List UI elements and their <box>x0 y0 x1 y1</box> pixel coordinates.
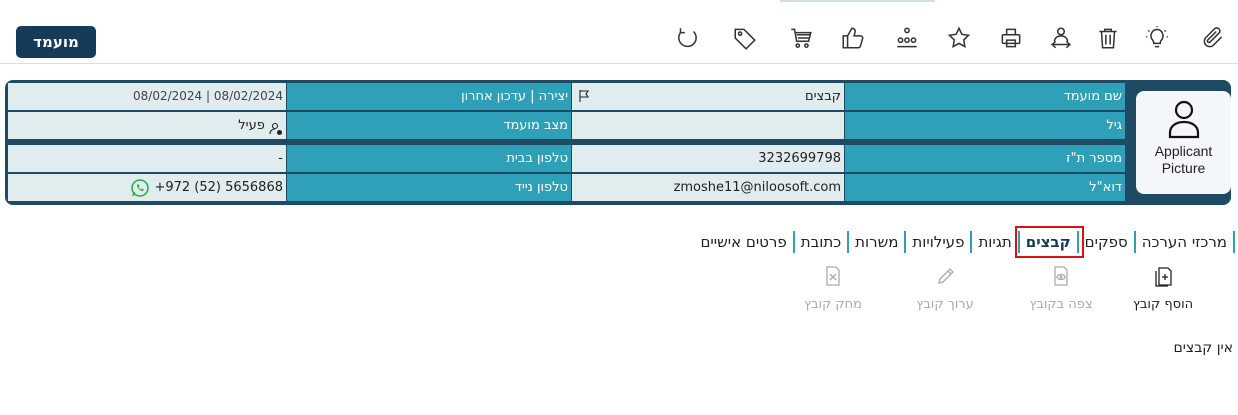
edit-file-label: ערוך קובץ <box>916 297 974 312</box>
view-file-icon <box>1054 266 1068 286</box>
tab-files[interactable]: קבצים <box>1014 226 1084 258</box>
add-file-button[interactable]: הוסף קובץ <box>1118 263 1208 312</box>
cart-icon[interactable] <box>786 23 816 53</box>
pencil-icon <box>938 268 954 284</box>
name-value: קבצים <box>572 83 844 110</box>
created-updated-value: 08/02/2024 | 08/02/2024 <box>8 83 286 110</box>
applicant-picture[interactable]: Applicant Picture <box>1136 91 1231 194</box>
tab-address[interactable]: כתובת <box>795 231 850 253</box>
hierarchy-icon[interactable] <box>892 23 922 53</box>
tag-icon[interactable] <box>730 23 760 53</box>
add-file-icon <box>1155 267 1172 287</box>
id-value: 3232699798 <box>572 145 844 172</box>
status-value: פעיל <box>238 118 265 133</box>
created-updated-label: יצירה | עדכון אחרון <box>287 83 571 110</box>
tab-assessment-centers[interactable]: מרכזי הערכה <box>1136 231 1235 253</box>
mobile-phone-value: +972 (52) 5656868 <box>154 180 283 195</box>
tab-activities[interactable]: פעילויות <box>906 231 973 253</box>
candidate-button[interactable]: מועמד <box>16 26 96 58</box>
top-accent-line <box>780 0 935 2</box>
mobile-phone-label: טלפון נייד <box>287 174 571 201</box>
id-label: מספר ת"ז <box>845 145 1125 172</box>
email-value[interactable]: zmoshe11@niloosoft.com <box>572 174 844 201</box>
view-file-button[interactable]: צפה בקובץ <box>1016 263 1106 312</box>
status-value-cell: פעיל <box>8 112 286 139</box>
trash-icon[interactable] <box>1093 23 1123 53</box>
tab-jobs[interactable]: משרות <box>849 231 907 253</box>
star-icon[interactable] <box>944 23 974 53</box>
whatsapp-icon[interactable] <box>130 178 150 198</box>
email-label: דוא"ל <box>845 174 1125 201</box>
view-file-label: צפה בקובץ <box>1029 297 1093 312</box>
home-phone-value: - <box>8 145 286 172</box>
applicant-picture-label: Applicant Picture <box>1154 143 1213 176</box>
delete-file-icon <box>826 266 840 286</box>
status-label: מצב מועמד <box>287 112 571 139</box>
age-label: גיל <box>845 112 1125 139</box>
flag-icon[interactable] <box>578 88 590 102</box>
edit-file-button[interactable]: ערוך קובץ <box>900 263 990 312</box>
tab-personal-details[interactable]: פרטים אישיים <box>694 231 795 253</box>
tab-suppliers[interactable]: ספקים <box>1079 231 1136 253</box>
delete-file-label: מחק קובץ <box>804 297 862 312</box>
tab-tags[interactable]: תגיות <box>972 231 1020 253</box>
home-phone-label: טלפון בבית <box>287 145 571 172</box>
tabs-bar: פרטים אישיים כתובת משרות פעילויות תגיות … <box>694 226 1235 258</box>
lightbulb-icon[interactable] <box>1142 23 1172 53</box>
toolbar-divider <box>0 63 1238 64</box>
print-icon[interactable] <box>996 23 1026 53</box>
add-file-label: הוסף קובץ <box>1132 297 1194 312</box>
name-label: שם מועמד <box>845 83 1125 110</box>
thumbs-up-icon[interactable] <box>838 23 868 53</box>
refresh-icon[interactable] <box>672 23 702 53</box>
age-value <box>572 112 844 139</box>
person-icon <box>1168 100 1199 139</box>
no-files-message: אין קבצים <box>1173 340 1233 356</box>
paperclip-icon[interactable] <box>1198 23 1228 53</box>
user-status-icon <box>269 119 283 135</box>
delete-file-button[interactable]: מחק קובץ <box>788 263 878 312</box>
mobile-phone-cell: +972 (52) 5656868 <box>8 174 286 201</box>
person-transfer-icon[interactable] <box>1046 23 1076 53</box>
